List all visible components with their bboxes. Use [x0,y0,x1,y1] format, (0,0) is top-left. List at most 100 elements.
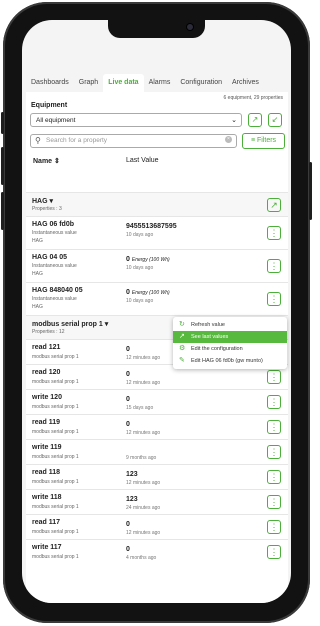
phone-side-button [1,192,4,230]
filters-button[interactable]: ≡ Filters [242,133,285,149]
table-row: write 117 modbus serial prop 1 0 4 months a… [26,539,288,564]
value-number: 0 [126,546,130,553]
search-input[interactable]: ⚲ Search for a property × [30,134,237,148]
expand-icon[interactable]: ↗ [248,113,262,127]
table-row: HAG 848040 05 Instantaneous value HAG 0 Ene… [26,282,288,315]
tab-graph[interactable]: Graph [74,74,103,92]
property-name[interactable]: write 120 [32,394,62,401]
property-name[interactable]: read 118 [32,469,60,476]
equipment-select[interactable]: All equipment ⌄ [30,113,242,127]
menu-item-label: Edit HAG 06 fd0b (gw munto) [191,358,263,364]
last-value: 0 [126,521,130,528]
phone-frame: Dashboards Graph Live data Alarms Config… [1,2,312,623]
value-timestamp: 12 minutes ago [126,355,161,361]
group-row[interactable]: HAG ▾ Properties : 3 ↗ [26,192,288,216]
front-camera [187,24,193,30]
line-chart-icon: ↗ [179,333,185,340]
group-property-count: Properties : 3 [32,206,62,212]
more-vertical-icon[interactable]: ⋮ [267,495,281,509]
phone-screen: Dashboards Graph Live data Alarms Config… [22,20,291,603]
tab-dashboards[interactable]: Dashboards [26,74,74,92]
menu-item-label: Refresh value [191,322,225,328]
table-row: write 118 modbus serial prop 1 123 24 minut… [26,489,288,514]
equipment-select-value: All equipment [36,117,76,124]
tab-alarms[interactable]: Alarms [144,74,176,92]
table-row: read 118 modbus serial prop 1 123 12 minute… [26,464,288,489]
tab-configuration[interactable]: Configuration [175,74,227,92]
more-vertical-icon[interactable]: ⋮ [267,259,281,273]
last-value: 0 Energy (100 Wh) [126,256,170,263]
more-vertical-icon[interactable]: ⋮ [267,420,281,434]
value-timestamp: 12 minutes ago [126,380,161,386]
name-column-header[interactable]: Name ⇕ [33,157,60,165]
value-number: 0 [126,396,130,403]
value-number: 0 [126,421,130,428]
open-external-icon[interactable]: ↗ [267,198,281,212]
property-type: Instantaneous value [32,230,77,236]
more-vertical-icon[interactable]: ⋮ [267,395,281,409]
value-number: 0 [126,289,130,296]
clear-search-icon[interactable]: × [225,136,232,143]
property-name[interactable]: HAG 848040 05 [32,287,83,294]
value-timestamp: 4 months ago [126,555,157,561]
property-name[interactable]: read 120 [32,369,60,376]
more-vertical-icon[interactable]: ⋮ [267,292,281,306]
property-name[interactable]: read 121 [32,344,60,351]
caret-down-icon: ▾ [102,321,109,328]
property-name[interactable]: write 119 [32,444,62,451]
value-number: 0 [126,256,130,263]
table-row: HAG 06 fd0b Instantaneous value HAG 9455513… [26,216,288,249]
value-number: 0 [126,371,130,378]
table-row: write 120 modbus serial prop 1 0 15 days ag… [26,389,288,414]
name-column-label: Name [33,158,53,165]
property-equipment: modbus serial prop 1 [32,429,79,435]
last-value: 0 [126,546,130,553]
last-value: 9455513687595 [126,223,177,230]
property-type: Instantaneous value [32,296,77,302]
property-name[interactable]: HAG 04 05 [32,254,67,261]
table-row: write 119 modbus serial prop 1 9 months ag… [26,439,288,464]
more-vertical-icon[interactable]: ⋮ [267,520,281,534]
property-equipment: modbus serial prop 1 [32,479,79,485]
more-vertical-icon[interactable]: ⋮ [267,545,281,559]
phone-side-button [1,112,4,134]
refresh-icon: ↻ [179,321,185,328]
property-equipment: HAG [32,238,43,244]
more-vertical-icon[interactable]: ⋮ [267,470,281,484]
group-name-text: modbus serial prop 1 [32,321,103,328]
property-name[interactable]: HAG 06 fd0b [32,221,74,228]
menu-item-settings[interactable]: ⚙ Edit the configuration [173,343,287,355]
property-name[interactable]: write 117 [32,544,62,551]
menu-item-line-chart[interactable]: ↗ See last values [173,331,287,343]
property-name[interactable]: read 117 [32,519,60,526]
property-equipment: modbus serial prop 1 [32,504,79,510]
property-equipment: modbus serial prop 1 [32,529,79,535]
property-equipment: modbus serial prop 1 [32,554,79,560]
edit-icon: ✎ [179,357,185,364]
phone-power-button [309,162,312,220]
filters-label: Filters [256,137,277,144]
value-timestamp: 12 minutes ago [126,530,161,536]
more-vertical-icon[interactable]: ⋮ [267,370,281,384]
last-value: 0 Energy (100 Wh) [126,289,170,296]
property-name[interactable]: read 119 [32,419,60,426]
value-timestamp: 10 days ago [126,298,154,304]
property-equipment: HAG [32,304,43,310]
value-unit: Energy (100 Wh) [131,257,170,263]
menu-item-edit[interactable]: ✎ Edit HAG 06 fd0b (gw munto) [173,355,287,367]
sort-icon: ⇕ [54,158,60,165]
table-row: read 119 modbus serial prop 1 0 12 minutes … [26,414,288,439]
property-list: HAG ▾ Properties : 3 ↗ HAG 06 fd0b Instantan… [26,192,288,564]
more-vertical-icon[interactable]: ⋮ [267,445,281,459]
tab-archives[interactable]: Archives [227,74,264,92]
collapse-icon[interactable]: ↙ [268,113,282,127]
tab-live-data[interactable]: Live data [103,74,144,92]
last-value: 123 [126,471,138,478]
value-timestamp: 12 minutes ago [126,480,161,486]
value-timestamp: 12 minutes ago [126,430,161,436]
tab-bar: Dashboards Graph Live data Alarms Config… [26,74,288,92]
context-menu: ↻ Refresh value ↗ See last values ⚙ Edit the … [173,317,287,369]
more-vertical-icon[interactable]: ⋮ [267,226,281,240]
property-name[interactable]: write 118 [32,494,62,501]
menu-item-refresh[interactable]: ↻ Refresh value [173,319,287,331]
